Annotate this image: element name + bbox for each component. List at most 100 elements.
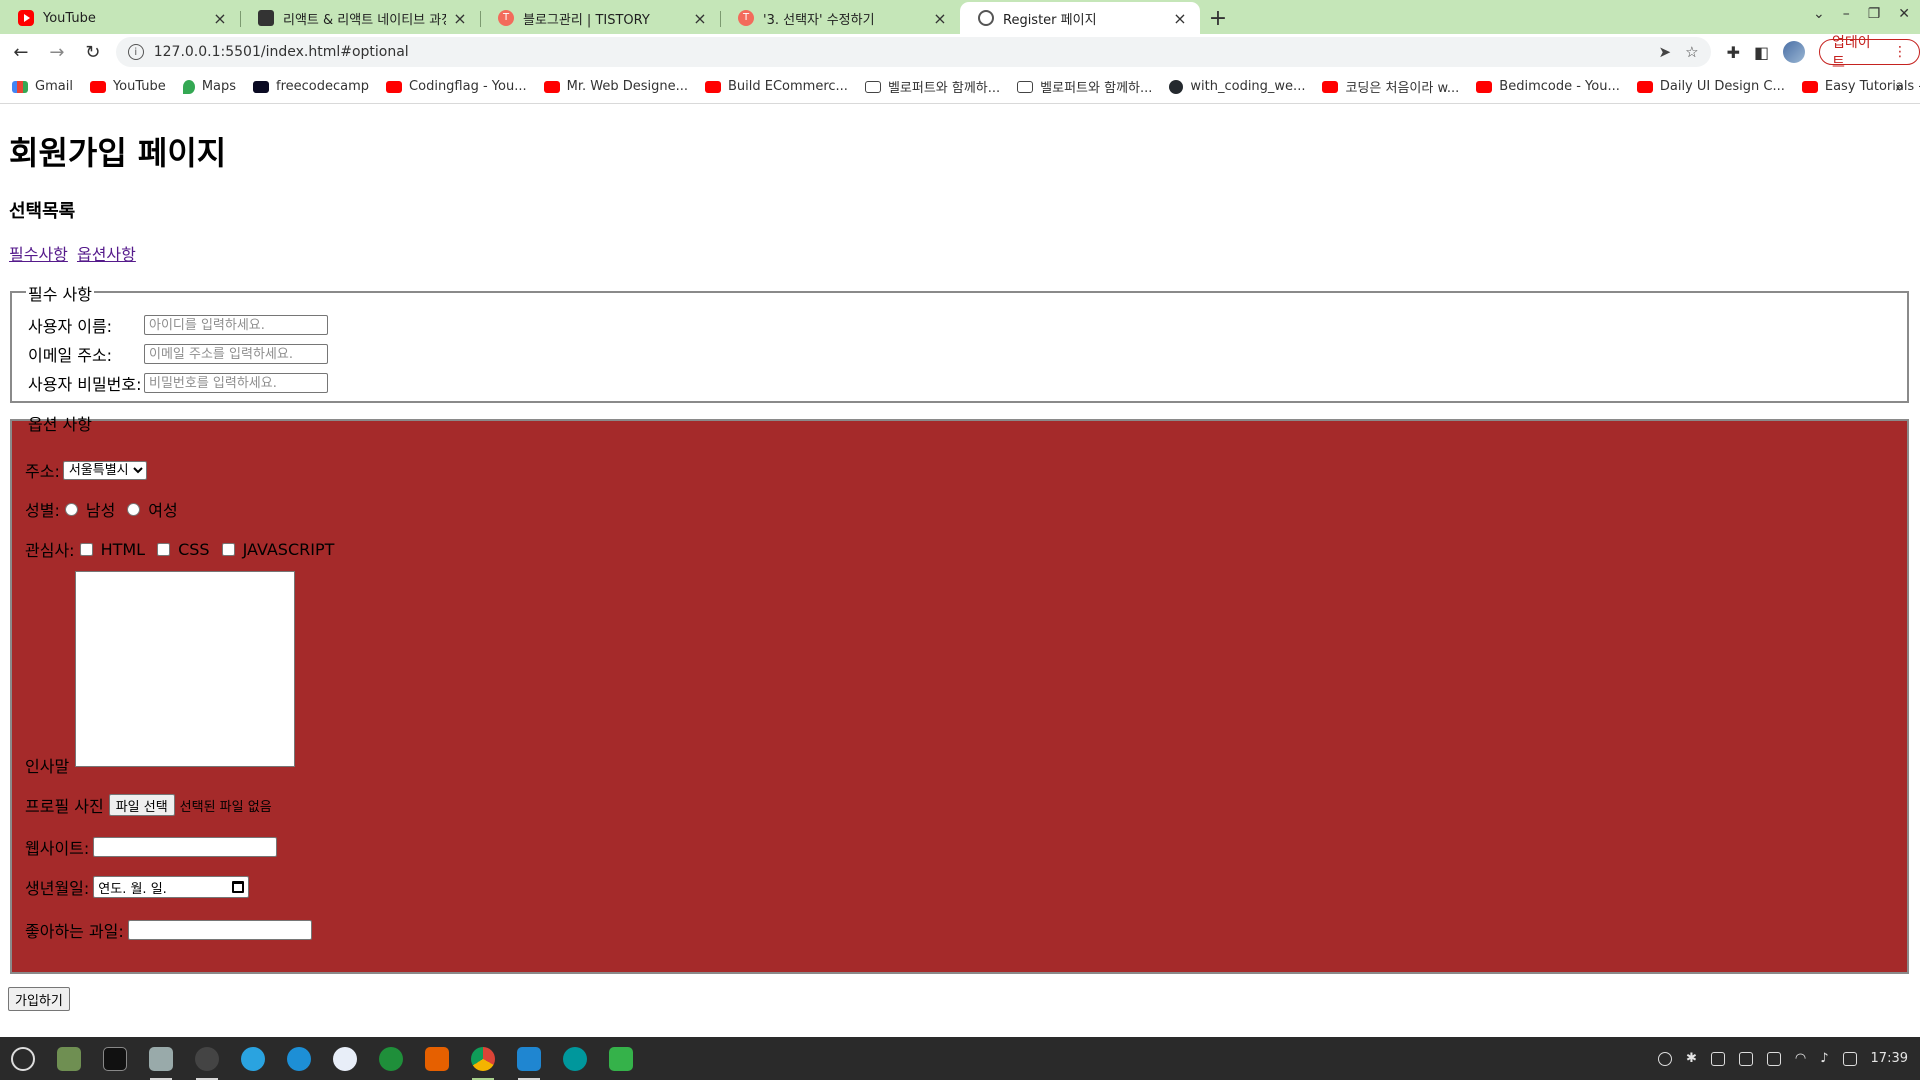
sound-icon[interactable]: ♪ [1820, 1051, 1828, 1066]
greeting-textarea[interactable] [75, 571, 295, 767]
mongodb-icon[interactable] [374, 1042, 408, 1076]
calendar-icon[interactable] [232, 881, 245, 893]
obs-icon[interactable] [190, 1042, 224, 1080]
username-input[interactable] [144, 315, 328, 335]
close-icon[interactable]: × [932, 9, 948, 28]
password-input[interactable] [144, 373, 328, 393]
bookmark-velopert-1[interactable]: 벨로퍼트와 함께하... [864, 77, 1001, 96]
forward-icon[interactable]: → [42, 37, 72, 67]
website-label: 웹사이트: [25, 839, 90, 858]
keyboard-icon[interactable] [1710, 1051, 1725, 1066]
address-bar[interactable]: i 127.0.0.1:5501/index.html#optional ➤ ☆ [115, 37, 1711, 67]
clipboard-icon[interactable] [1738, 1051, 1753, 1066]
url-text[interactable]: 127.0.0.1:5501/index.html#optional [154, 44, 1645, 60]
vscode-icon[interactable] [512, 1042, 546, 1080]
bookmark-bedimcode[interactable]: Bedimcode - You... [1476, 79, 1620, 94]
submit-button[interactable]: 가입하기 [8, 987, 70, 1011]
back-icon[interactable]: ← [6, 37, 36, 67]
bookmark-with-coding[interactable]: with_coding_we... [1169, 79, 1305, 94]
show-desktop-icon[interactable] [52, 1042, 86, 1076]
files-icon[interactable] [144, 1042, 178, 1080]
greeting-label: 인사말 [25, 757, 70, 776]
javascript-checkbox[interactable] [221, 542, 235, 556]
css-checkbox[interactable] [157, 542, 171, 556]
bookmark-codingflag[interactable]: Codingflag - You... [386, 79, 527, 94]
app-icon[interactable] [328, 1042, 362, 1076]
profile-avatar[interactable] [1783, 41, 1805, 63]
battery-icon[interactable] [1842, 1051, 1857, 1066]
extensions-icon[interactable]: ✚ [1727, 43, 1740, 62]
minimize-icon[interactable]: – [1843, 6, 1850, 22]
tab-title: Register 페이지 [1003, 12, 1097, 28]
send-icon[interactable]: ➤ [1659, 43, 1672, 61]
bookmark-mr-web-designer[interactable]: Mr. Web Designe... [543, 79, 688, 94]
bookmark-coding-first[interactable]: 코딩은 처음이라 w... [1322, 77, 1459, 96]
mint-menu-icon[interactable] [6, 1042, 40, 1076]
female-radio[interactable] [127, 502, 141, 516]
username-row: 사용자 이름: [28, 313, 328, 337]
website-row: 웹사이트: [25, 835, 278, 859]
arduino-icon[interactable] [558, 1042, 592, 1076]
shield-icon[interactable] [1766, 1051, 1781, 1066]
html-checkbox[interactable] [79, 542, 93, 556]
bookmark-youtube[interactable]: YouTube [89, 79, 166, 94]
fruit-label: 좋아하는 과일: [25, 922, 124, 941]
file-select-button[interactable]: 파일 선택 [108, 794, 175, 816]
required-link[interactable]: 필수사항 [9, 245, 68, 264]
chrome-icon[interactable] [466, 1042, 500, 1080]
bluetooth-icon[interactable]: ✱ [1686, 1051, 1697, 1066]
tab-title: 리액트 & 리액트 네이티브 과정 ✎ [283, 12, 446, 28]
male-radio[interactable] [64, 502, 78, 516]
username-label: 사용자 이름: [28, 317, 113, 336]
terminal-icon[interactable] [98, 1042, 132, 1076]
address-select[interactable]: 서울특별시 [62, 460, 147, 480]
close-icon[interactable]: × [452, 9, 468, 28]
reload-icon[interactable]: ↻ [78, 37, 108, 67]
bookmark-build-ecommerce[interactable]: Build ECommerc... [705, 79, 848, 94]
youtube-icon [386, 80, 403, 93]
bookmark-freecodecamp[interactable]: freecodecamp [253, 79, 369, 94]
info-icon[interactable]: i [127, 44, 144, 60]
wifi-icon[interactable]: ◠ [1795, 1051, 1806, 1066]
tab-search-icon[interactable]: ⌄ [1813, 6, 1825, 22]
close-icon[interactable]: × [692, 9, 708, 28]
tab-react-course[interactable]: 리액트 & 리액트 네이티브 과정 ✎ × [240, 2, 480, 34]
tab-tistory-edit[interactable]: T '3. 선택자' 수정하기 × [720, 2, 960, 34]
website-input[interactable] [93, 837, 278, 857]
close-icon[interactable]: × [212, 9, 228, 28]
more-bookmarks-icon[interactable]: » [1895, 78, 1904, 96]
tab-youtube[interactable]: YouTube × [0, 2, 240, 34]
bookmark-daily-ui[interactable]: Daily UI Design C... [1636, 79, 1785, 94]
new-tab-button[interactable]: + [1200, 2, 1236, 34]
close-icon[interactable]: × [1172, 9, 1188, 28]
email-input[interactable] [144, 344, 328, 364]
restore-icon[interactable]: ❐ [1868, 6, 1881, 22]
bookmark-maps[interactable]: Maps [182, 79, 236, 94]
file-status: 선택된 파일 없음 [179, 799, 272, 815]
photo-label: 프로필 사진 [25, 797, 104, 816]
edge-icon[interactable] [282, 1042, 316, 1076]
close-window-icon[interactable]: ✕ [1898, 6, 1910, 22]
email-label: 이메일 주소: [28, 346, 113, 365]
bookmark-velopert-2[interactable]: 벨로퍼트와 함께하... [1017, 77, 1152, 96]
update-button[interactable]: 업데이트 ⋮ [1818, 35, 1920, 71]
date-placeholder: 연도. 월. 일. [98, 881, 167, 897]
tab-register[interactable]: Register 페이지 × [960, 2, 1200, 34]
bookmark-star-icon[interactable]: ☆ [1685, 43, 1698, 61]
clock[interactable]: 17:39 [1871, 1051, 1908, 1066]
tab-tistory-blog[interactable]: T 블로그관리 | TISTORY × [480, 2, 720, 34]
telegram-icon[interactable] [236, 1042, 270, 1076]
evernote-icon[interactable] [604, 1042, 638, 1076]
bookmark-label: Mr. Web Designe... [566, 79, 688, 94]
bookmark-gmail[interactable]: Gmail [12, 79, 73, 94]
optional-link[interactable]: 옵션사항 [77, 245, 136, 264]
youtube-icon [1322, 80, 1339, 93]
bookmark-label: 벨로퍼트와 함께하... [887, 81, 1001, 96]
side-panel-icon[interactable]: ◧ [1754, 43, 1769, 62]
firefox-icon[interactable] [420, 1042, 454, 1076]
birthday-date-input[interactable]: 연도. 월. 일. [93, 876, 250, 898]
email-row: 이메일 주소: [28, 342, 328, 366]
fruit-input[interactable] [127, 920, 312, 940]
youtube-icon [1476, 80, 1493, 93]
infinity-icon[interactable] [1657, 1051, 1672, 1066]
